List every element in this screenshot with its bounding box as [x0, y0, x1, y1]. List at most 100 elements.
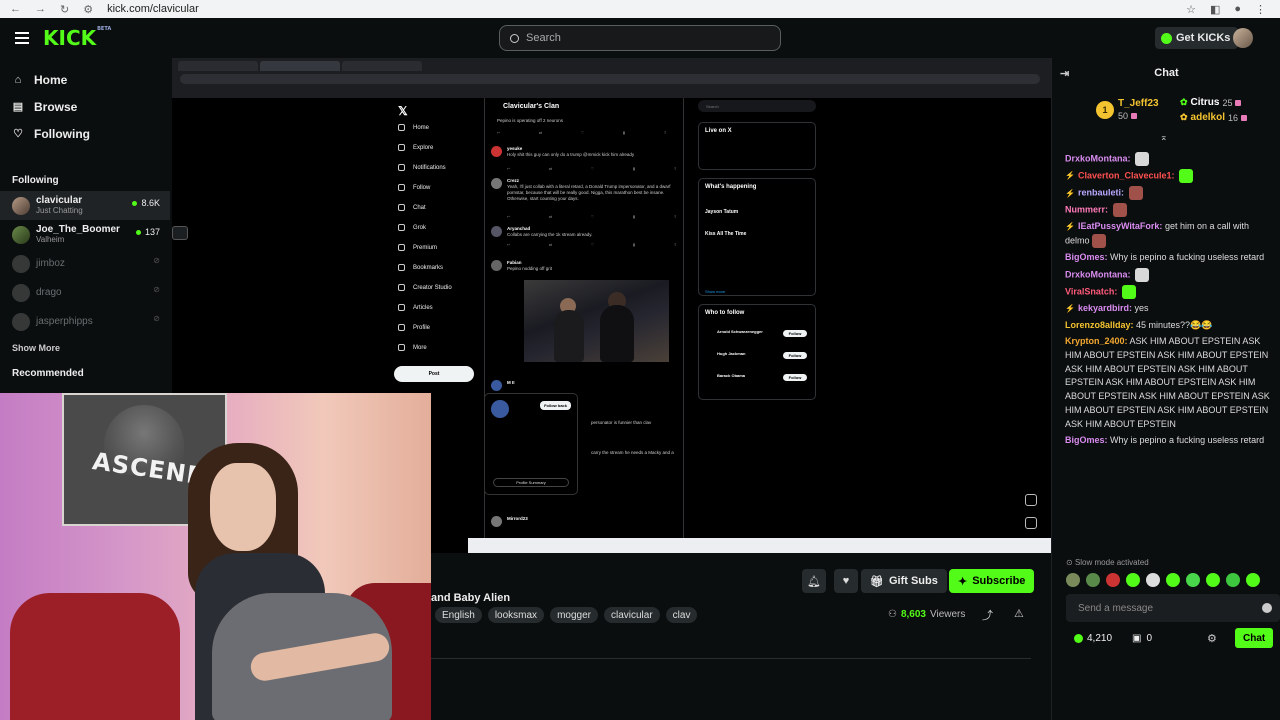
following-item-drago[interactable]: drago ⊘ [0, 278, 170, 307]
chat-message: Krypton_2400: ASK HIM ABOUT EPSTEIN ASK … [1065, 335, 1271, 431]
emote-icon[interactable] [1066, 573, 1080, 587]
follow-heart-button[interactable]: ♥ [834, 569, 858, 593]
sidebar-item-following[interactable]: ♡ Following [0, 120, 170, 147]
gifter[interactable]: T_Jeff23 [1118, 98, 1159, 109]
get-kicks-button[interactable]: Get KICKs [1155, 27, 1239, 49]
chat-messages: DrxkoMontana: ⚡ Claverton_Clavecule1: ⚡ re… [1065, 152, 1271, 451]
hamburger-menu-icon[interactable] [15, 32, 29, 44]
chat-username[interactable]: ViralSnatch: [1065, 286, 1117, 296]
following-item-jimboz[interactable]: jimboz ⊘ [0, 249, 170, 278]
chat-username[interactable]: DrxkoMontana: [1065, 153, 1131, 163]
avatar [12, 196, 30, 215]
collapse-chat-icon[interactable]: ⇥ [1060, 67, 1069, 80]
tag[interactable]: English [435, 607, 482, 623]
search-input[interactable]: Search [499, 25, 781, 51]
emote-icon[interactable] [1126, 573, 1140, 587]
star-icon: ✦ [958, 575, 968, 588]
tweet-image [524, 280, 669, 362]
site-info-icon[interactable]: ⚙ [83, 3, 93, 16]
profile-icon[interactable]: ● [1234, 3, 1241, 16]
gift-subs-button[interactable]: 🎁︎ Gift Subs [861, 569, 947, 593]
tag[interactable]: mogger [550, 607, 598, 623]
share-icon[interactable]: ⤴ [982, 607, 993, 623]
sidebar-item-home[interactable]: ⌂ Home [0, 66, 170, 93]
chat-username[interactable]: Claverton_Clavecule1: [1078, 170, 1175, 180]
channel-points[interactable]: 4,210 [1074, 633, 1112, 644]
x-nav-icon [398, 244, 405, 251]
emote-icon[interactable] [1186, 573, 1200, 587]
chat-username[interactable]: renbauleti: [1078, 188, 1124, 198]
tag[interactable]: clav [665, 607, 698, 623]
gifter[interactable]: ✿ Citrus 25 [1180, 97, 1242, 108]
avatar [12, 283, 30, 302]
heart-icon: ♥ [842, 575, 850, 587]
back-icon[interactable]: ← [10, 3, 21, 16]
message-icon[interactable] [1025, 517, 1037, 529]
chat-username[interactable]: lEatPussyWitaFork: [1078, 221, 1162, 231]
sidebar-item-browse[interactable]: ▤ Browse [0, 93, 170, 120]
emote-icon[interactable] [1246, 573, 1260, 587]
notification-bell-button[interactable]: 🔔︎ [802, 569, 826, 593]
x-nav-icon [398, 304, 405, 311]
embedded-tab [342, 61, 422, 71]
kick-logo[interactable]: KICKBETA [43, 26, 111, 50]
address-bar[interactable]: kick.com/clavicular [107, 3, 199, 15]
viewer-count: 137 [135, 227, 160, 237]
chat-username[interactable]: BigOmes: [1065, 252, 1108, 262]
show-more-button[interactable]: Show More [0, 336, 170, 360]
gear-icon[interactable]: ⚙ [1207, 632, 1217, 645]
chat-message-input[interactable]: Send a message [1066, 594, 1280, 622]
report-icon[interactable]: ⚠ [1014, 607, 1024, 620]
chat-username[interactable]: kekyardbird: [1078, 303, 1132, 313]
chat-username[interactable]: Nummerr: [1065, 205, 1108, 215]
extensions-icon[interactable]: ◧ [1210, 3, 1220, 16]
user-avatar[interactable] [1233, 28, 1253, 48]
chat-username[interactable]: DrxkoMontana: [1065, 269, 1131, 279]
chat-message: BigOmes: Why is pepino a fucking useless… [1065, 434, 1271, 448]
tag[interactable]: clavicular [603, 607, 660, 623]
x-nav-icon [398, 164, 405, 171]
following-item-jasperphipps[interactable]: jasperphipps ⊘ [0, 307, 170, 336]
emote-icon[interactable] [1146, 573, 1160, 587]
following-item-clavicular[interactable]: clavicular Just Chatting 8.6K [0, 191, 170, 220]
following-item-joe-the-boomer[interactable]: Joe_The_Boomer Valheim 137 [0, 220, 170, 249]
avatar [12, 254, 30, 273]
chat-username[interactable]: Lorenzo8allday: [1065, 320, 1134, 330]
kicks-balance[interactable]: ▣ 0 [1132, 633, 1152, 644]
forward-icon[interactable]: → [35, 3, 46, 16]
x-nav-icon [398, 284, 405, 291]
send-chat-button[interactable]: Chat [1235, 628, 1274, 648]
x-nav-icon [398, 344, 405, 351]
gifter[interactable]: ✿ adelkol 16 [1180, 112, 1248, 123]
viewer-count: 8.6K [132, 198, 160, 208]
refresh-stream-icon[interactable] [1025, 494, 1037, 506]
subscribe-button[interactable]: ✦ Subscribe [949, 569, 1035, 593]
browser-nav: ← → ↻ ⚙ [0, 3, 93, 16]
chat-text: ASK HIM ABOUT EPSTEIN ASK HIM ABOUT EPST… [1065, 336, 1270, 429]
sidebar: ⌂ Home ▤ Browse ♡ Following Following clavi… [0, 58, 170, 393]
emoji-picker-icon[interactable] [1262, 603, 1272, 613]
emote-icon[interactable] [1206, 573, 1220, 587]
gift-icon: 🎁︎ [870, 575, 884, 588]
emote-icon[interactable] [1106, 573, 1120, 587]
x-nav-icon [398, 324, 405, 331]
points-icon [1074, 634, 1083, 643]
emote-icon[interactable] [1086, 573, 1100, 587]
chat-username[interactable]: BigOmes: [1065, 435, 1108, 445]
emote-icon[interactable] [1226, 573, 1240, 587]
bookmark-star-icon[interactable]: ☆ [1186, 3, 1196, 16]
chat-text: Why is pepino a fucking useless retard [1110, 435, 1265, 446]
menu-icon[interactable]: ⋮ [1255, 3, 1266, 16]
profile-hover-card: Follow back Profile Summary [484, 393, 578, 495]
clip-icon[interactable] [172, 226, 188, 240]
viewers-icon: ⚇ [888, 609, 897, 620]
embedded-address-bar [180, 74, 1040, 84]
expand-icon[interactable]: ⌅ [1160, 132, 1168, 143]
reload-icon[interactable]: ↻ [60, 3, 69, 16]
gifter-icon: ✿ [1180, 97, 1188, 107]
tag[interactable]: looksmax [487, 607, 545, 623]
red-chair [10, 593, 180, 720]
home-icon: ⌂ [14, 73, 22, 86]
chat-username[interactable]: Krypton_2400: [1065, 336, 1128, 346]
emote-icon[interactable] [1166, 573, 1180, 587]
